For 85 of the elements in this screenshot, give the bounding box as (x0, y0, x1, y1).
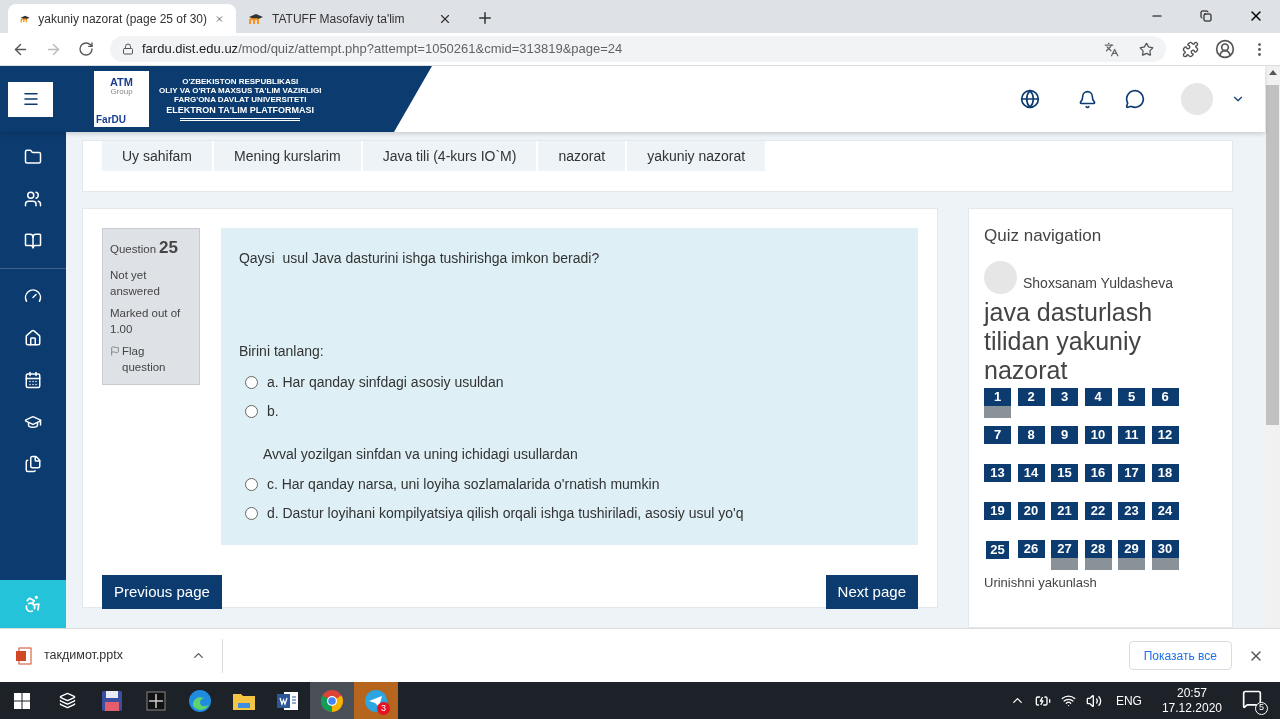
profile-icon[interactable] (1215, 39, 1235, 59)
translate-icon[interactable] (1104, 41, 1119, 57)
tab-title: yakuniy nazorat (page 25 of 30) (38, 10, 208, 28)
bell-icon[interactable] (1078, 89, 1097, 109)
taskbar-app[interactable]: 3 (354, 682, 398, 719)
document-icon (276, 689, 300, 712)
radio-button[interactable] (244, 507, 258, 520)
user-name[interactable]: Shoxsanam Yuldasheva (1023, 272, 1173, 294)
menu-icon (21, 90, 40, 108)
radio-button[interactable] (244, 478, 258, 491)
download-file-name[interactable]: такдимот.pptx (44, 646, 123, 665)
answer-option[interactable]: a. Har qanday sinfdagi asosiy usuldan (244, 368, 900, 397)
chat-icon[interactable] (1125, 89, 1145, 109)
question-text: Qaysi usul Java dasturini ishga tushirishga imkon beradi? (238, 249, 601, 268)
tab-title: TATUFF Masofaviy ta'lim (272, 10, 406, 28)
header-text: ELEKTRON TA'LIM PLATFORMASI (166, 106, 315, 115)
next-page-button[interactable]: Next page (825, 575, 918, 609)
show-all-button[interactable]: Показать все (1128, 641, 1232, 670)
radio-button[interactable] (244, 376, 258, 389)
answer-option[interactable]: b. (244, 397, 900, 426)
folder-icon[interactable] (24, 148, 42, 166)
answer-option[interactable]: d. Dastur loyihani kompilyatsiya qilish orqali ishga tushiriladi, asosiy usul yo'q (244, 499, 900, 528)
logo-text: FarDU (96, 115, 127, 125)
breadcrumb-link[interactable]: Uy sahifam (102, 141, 215, 171)
notifications-icon[interactable] (1242, 688, 1262, 709)
option-text: Avval yozilgan sinfdan va uning ichidagi usullardan (261, 445, 579, 464)
browser-tab[interactable]: yakuniy nazorat (page 25 of 30) (8, 4, 236, 33)
breadcrumb-link[interactable]: Java tili (4-kurs IO`M) (362, 141, 539, 171)
finish-attempt-link[interactable]: Urinishni yakunlash (984, 572, 1217, 592)
wifi-icon[interactable] (1060, 693, 1076, 708)
scrollbar[interactable] (1265, 66, 1280, 628)
graduation-cap-icon[interactable] (24, 413, 42, 431)
breadcrumb-link[interactable]: Mening kurslarim (214, 141, 363, 171)
clock-time: 20:57 (1176, 685, 1207, 701)
gauge-icon[interactable] (24, 287, 42, 305)
hat-icon (248, 12, 264, 25)
logo-text: Group (110, 88, 133, 96)
users-icon[interactable] (24, 190, 42, 208)
home-icon[interactable] (24, 329, 42, 347)
logo-text: ATM (110, 77, 133, 88)
globe-icon[interactable] (1020, 89, 1040, 109)
question-marks: Marked out of 1.00 (110, 305, 182, 337)
notification-count: 5 (1255, 701, 1268, 715)
radio-button[interactable] (244, 405, 258, 418)
presentation-file-icon (16, 646, 32, 665)
calendar-icon[interactable] (24, 371, 42, 389)
quiz-navigation-title: Quiz navigation (984, 225, 1103, 247)
menu-button[interactable] (8, 81, 53, 117)
previous-page-button[interactable]: Previous page (102, 575, 222, 609)
edge-icon (188, 688, 212, 713)
question-status: Not yet answered (110, 267, 161, 299)
breadcrumb-link[interactable]: yakuniy nazorat (627, 141, 768, 171)
restore-icon[interactable] (1200, 10, 1212, 22)
url-path: /mod/quiz/attempt.php?attempt=1050261&cmid=313819&page=24 (238, 40, 623, 59)
task-view-icon[interactable] (58, 692, 76, 709)
new-tab-icon[interactable] (476, 9, 494, 27)
question-number: 25 (159, 237, 178, 259)
lock-icon (122, 43, 134, 55)
scroll-up-icon[interactable] (1268, 70, 1277, 75)
volume-icon[interactable] (1085, 692, 1102, 709)
answer-option[interactable]: c. Har qanday narsa, uni loyiha sozlamalarida o'rnatish mumkin (244, 470, 900, 499)
user-avatar (984, 260, 1017, 294)
windows-icon[interactable] (14, 692, 30, 709)
clock-date: 17.12.2020 (1161, 700, 1222, 716)
question-label: Question (110, 242, 157, 257)
puzzle-icon[interactable] (1182, 40, 1199, 58)
accessibility-icon (23, 594, 43, 614)
breadcrumb-link[interactable]: nazorat (538, 141, 628, 171)
address-bar[interactable]: fardu.dist.edu.uz/mod/quiz/attempt.php?attempt=1050261&cmid=313819&page=24 (110, 36, 1166, 62)
chrome-icon (320, 688, 344, 713)
book-icon[interactable] (24, 232, 42, 250)
language-indicator[interactable]: ENG (1115, 691, 1142, 710)
star-icon[interactable] (1139, 41, 1154, 57)
header-text: FARG'ONA DAVLAT UNIVERSITETI (174, 95, 307, 104)
url-host: fardu.dist.edu.uz (142, 40, 239, 59)
header-text: O'ZBEKISTON RESPUBLIKASI (182, 77, 299, 86)
files-icon[interactable] (24, 455, 42, 473)
quiz-title: java dasturlash tilidan yakuniy nazorat (984, 297, 1154, 385)
flag-question-link[interactable]: Flag question (122, 342, 172, 375)
header-text: OLIY VA O'RTA MAXSUS TA'LIM VAZIRLIGI (159, 86, 322, 95)
browser-tab[interactable]: TATUFF Masofaviy ta'lim (236, 4, 464, 33)
answer-prompt: Birini tanlang: (238, 342, 325, 361)
move-icon (145, 689, 167, 712)
badge: 3 (377, 702, 390, 715)
reload-icon[interactable] (78, 41, 94, 57)
